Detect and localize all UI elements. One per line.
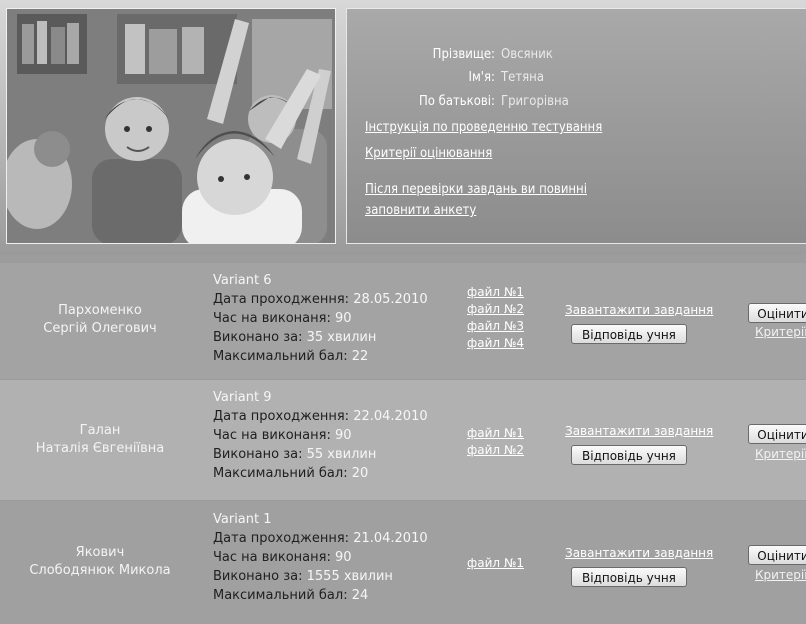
file-link[interactable]: файл №1 [467,425,524,442]
table-row: Якович Слободянюк Микола Variant 1 Дата … [0,501,806,624]
max-value: 22 [351,349,369,364]
time-label: Час на виконаня: [213,428,331,443]
max-line: Максимальний бал: 24 [213,586,428,605]
max-label: Максимальний бал: [213,588,348,603]
file-links: файл №1 файл №2 [467,425,524,459]
time-line: Час на виконаня: 90 [213,309,428,328]
classroom-illustration [7,9,335,243]
file-link[interactable]: файл №1 [467,284,524,301]
done-label: Виконано за: [213,447,303,462]
time-label: Час на виконаня: [213,550,331,565]
download-task-link[interactable]: Завантажити завдання [565,424,713,438]
surname-line: Прізвище: Овсяник [377,47,553,62]
time-label: Час на виконаня: [213,311,331,326]
test-details: Variant 9 Дата проходження: 22.04.2010 Ч… [213,388,428,483]
done-line: Виконано за: 1555 хвилин [213,567,428,586]
done-label: Виконано за: [213,569,303,584]
header-area: Прізвище: Овсяник Ім'я: Тетяна По батькові… [0,0,806,255]
date-line: Дата проходження: 28.05.2010 [213,290,428,309]
max-label: Максимальний бал: [213,466,348,481]
test-details: Variant 6 Дата проходження: 28.05.2010 Ч… [213,271,428,366]
grade-button[interactable]: Оцінити [748,424,806,444]
surname-label: Прізвище: [432,47,495,62]
patronymic-value: Григорівна [501,94,569,109]
date-label: Дата проходження: [213,409,350,424]
student-answer-button[interactable]: Відповідь учня [571,445,687,465]
time-value: 90 [334,311,352,326]
file-link[interactable]: файл №2 [467,301,524,318]
table-row: Пархоменко Сергій Олегович Variant 6 Дат… [0,263,806,379]
classroom-photo [6,8,336,244]
file-links: файл №1 [467,555,524,572]
student-answer-button[interactable]: Відповідь учня [571,567,687,587]
student-name: Якович Слободянюк Микола [0,544,200,580]
name-label: Ім'я: [468,70,495,85]
max-label: Максимальний бал: [213,349,348,364]
date-line: Дата проходження: 22.04.2010 [213,407,428,426]
student-surname: Галан [79,423,121,438]
date-label: Дата проходження: [213,292,350,307]
file-link[interactable]: файл №2 [467,442,524,459]
file-link[interactable]: файл №3 [467,318,524,335]
table-row: Галан Наталія Євгеніївна Variant 9 Дата … [0,380,806,500]
instructions-link[interactable]: Інструкція по проведенню тестування [365,120,602,135]
date-value: 21.04.2010 [353,531,428,546]
student-surname: Якович [75,545,125,560]
submissions-table: Пархоменко Сергій Олегович Variant 6 Дат… [0,255,806,624]
time-line: Час на виконаня: 90 [213,548,428,567]
variant-label: Variant 9 [213,390,272,405]
student-surname: Пархоменко [58,303,142,318]
student-given-name: Наталія Євгеніївна [35,441,165,456]
survey-link-line1[interactable]: Після перевірки завдань ви повинні [365,182,587,197]
done-value: 35 хвилин [306,330,377,345]
variant-label: Variant 6 [213,273,272,288]
file-link[interactable]: файл №4 [467,335,524,352]
done-line: Виконано за: 35 хвилин [213,328,428,347]
time-line: Час на виконаня: 90 [213,426,428,445]
student-info-panel: Прізвище: Овсяник Ім'я: Тетяна По батькові… [346,8,806,244]
test-details: Variant 1 Дата проходження: 21.04.2010 Ч… [213,510,428,605]
date-line: Дата проходження: 21.04.2010 [213,529,428,548]
file-link[interactable]: файл №1 [467,555,524,572]
date-value: 28.05.2010 [353,292,428,307]
done-line: Виконано за: 55 хвилин [213,445,428,464]
grade-button[interactable]: Оцінити [748,303,806,323]
name-line: Ім'я: Тетяна [377,70,544,85]
variant-label: Variant 1 [213,512,272,527]
time-value: 90 [334,550,352,565]
student-given-name: Слободянюк Микола [29,563,171,578]
criteria-row-link[interactable]: Критерії [755,325,806,339]
patronymic-line: По батькові: Григорівна [377,94,569,109]
surname-value: Овсяник [501,47,553,62]
student-given-name: Сергій Олегович [43,321,157,336]
done-label: Виконано за: [213,330,303,345]
max-line: Максимальний бал: 20 [213,464,428,483]
done-value: 1555 хвилин [306,569,393,584]
date-label: Дата проходження: [213,531,350,546]
criteria-row-link[interactable]: Критерії [755,568,806,582]
max-value: 24 [351,588,369,603]
file-links: файл №1 файл №2 файл №3 файл №4 [467,284,524,352]
download-task-link[interactable]: Завантажити завдання [565,303,713,317]
student-name: Пархоменко Сергій Олегович [0,302,200,338]
patronymic-label: По батькові: [418,94,495,109]
student-answer-button[interactable]: Відповідь учня [571,324,687,344]
download-task-link[interactable]: Завантажити завдання [565,546,713,560]
max-line: Максимальний бал: 22 [213,347,428,366]
grade-button[interactable]: Оцінити [748,545,806,565]
student-name: Галан Наталія Євгеніївна [0,422,200,458]
time-value: 90 [334,428,352,443]
criteria-row-link[interactable]: Критерії [755,447,806,461]
max-value: 20 [351,466,369,481]
date-value: 22.04.2010 [353,409,428,424]
criteria-link[interactable]: Критерії оцінювання [365,146,492,161]
done-value: 55 хвилин [306,447,377,462]
survey-link-line2[interactable]: заповнити анкету [365,203,476,218]
name-value: Тетяна [501,70,544,85]
